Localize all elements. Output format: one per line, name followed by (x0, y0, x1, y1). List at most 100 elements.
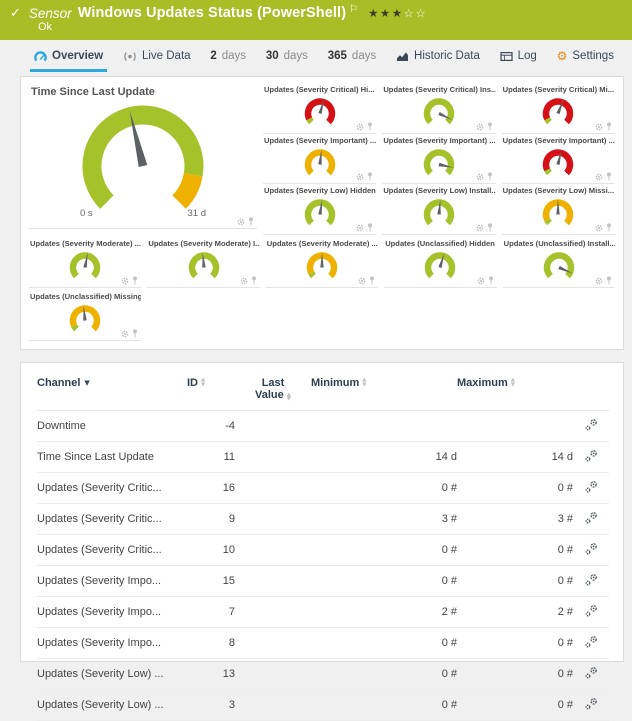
tile-action-icons[interactable] (121, 329, 138, 338)
gauge-tile-time-since-last-update[interactable]: Time Since Last Update 0 s 31 d (29, 83, 257, 229)
gauge-tile[interactable]: Updates (Severity Important) ... (263, 134, 376, 185)
tile-action-icons[interactable] (595, 223, 612, 232)
star-filled-icon[interactable]: ★ (380, 6, 392, 20)
tile-action-icons[interactable] (121, 276, 138, 285)
star-empty-icon[interactable]: ☆ (415, 6, 427, 20)
channel-name: Updates (Severity Impo... (37, 596, 187, 627)
tab-live-data[interactable]: Live Data (119, 43, 195, 72)
gear-icon (595, 277, 603, 285)
tile-action-icons[interactable] (595, 122, 612, 131)
gauge-tile[interactable]: Updates (Severity Critical) Hi... (263, 83, 376, 134)
edit-channel-gears-icon[interactable] (585, 635, 598, 648)
sort-desc-icon: ▼ (84, 379, 89, 387)
gauge-title: Updates (Severity Low) Missi... (503, 186, 615, 195)
tile-action-icons[interactable] (240, 276, 257, 285)
gauge-tile[interactable]: Updates (Severity Important) ... (502, 134, 615, 185)
channel-name: Updates (Severity Impo... (37, 627, 187, 658)
pin-icon (132, 276, 138, 285)
gauge-tile[interactable]: Updates (Unclassified) Missing (29, 290, 141, 341)
gauge-tile[interactable]: Updates (Severity Low) Hidden (263, 184, 376, 235)
edit-channel-gears-icon[interactable] (585, 511, 598, 524)
gauge-tile[interactable]: Updates (Severity Moderate) ... (266, 237, 378, 288)
tab-365-days[interactable]: 365 days (324, 43, 380, 72)
channel-row[interactable]: Updates (Severity Impo...72 #2 # (37, 596, 609, 627)
tile-action-icons[interactable] (476, 172, 493, 181)
tile-action-icons[interactable] (358, 276, 375, 285)
channel-row[interactable]: Updates (Severity Impo...80 #0 # (37, 627, 609, 658)
gauge-title: Updates (Unclassified) Missing (30, 292, 141, 301)
edit-channel-gears-icon[interactable] (585, 418, 598, 431)
channel-id: 16 (187, 472, 235, 503)
pin-icon (487, 172, 493, 181)
pin-icon (367, 122, 373, 131)
priority-flag-icon[interactable]: ⚐ (349, 4, 358, 15)
priority-stars[interactable]: ★★★☆☆ (368, 6, 427, 20)
gauge-tile[interactable]: Updates (Severity Moderate) ... (29, 237, 141, 288)
edit-channel-gears-icon[interactable] (585, 480, 598, 493)
channel-row[interactable]: Updates (Severity Impo...150 #0 # (37, 565, 609, 596)
tab-2-days[interactable]: 2 days (206, 43, 250, 72)
channel-row[interactable]: Updates (Severity Low) ...30 #0 # (37, 689, 609, 720)
channel-row[interactable]: Updates (Severity Low) ...130 #0 # (37, 658, 609, 689)
tab-settings[interactable]: ⚙Settings (553, 43, 618, 72)
gear-icon (356, 224, 364, 232)
channel-row[interactable]: Updates (Severity Critic...93 #3 # (37, 503, 609, 534)
channel-row[interactable]: Time Since Last Update1114 d14 d (37, 441, 609, 472)
channel-name: Updates (Severity Critic... (37, 472, 187, 503)
edit-channel-gears-icon[interactable] (585, 666, 598, 679)
column-header-channel[interactable]: Channel▼ (37, 365, 187, 411)
tile-action-icons[interactable] (595, 276, 612, 285)
edit-channel-gears-icon[interactable] (585, 604, 598, 617)
column-header-maximum[interactable]: Maximum▲▼ (457, 365, 573, 411)
tile-action-icons[interactable] (356, 223, 373, 232)
tile-action-icons[interactable] (237, 217, 254, 226)
tab-historic-data[interactable]: Historic Data (392, 43, 484, 72)
tab-30-days[interactable]: 30 days (262, 43, 312, 72)
channel-maximum: 3 # (457, 503, 573, 534)
column-header-id[interactable]: ID▲▼ (187, 365, 235, 411)
pin-icon (132, 329, 138, 338)
tile-action-icons[interactable] (356, 122, 373, 131)
channel-last-value (235, 503, 311, 534)
edit-channel-gears-icon[interactable] (585, 449, 598, 462)
tab-overview[interactable]: Overview (30, 43, 107, 72)
star-filled-icon[interactable]: ★ (368, 6, 380, 20)
edit-channel-gears-icon[interactable] (585, 697, 598, 710)
column-header-minimum[interactable]: Minimum▲▼ (311, 365, 457, 411)
channel-minimum: 0 # (311, 472, 457, 503)
channel-row[interactable]: Downtime-4 (37, 410, 609, 441)
gauge-tile[interactable]: Updates (Severity Low) Install... (382, 184, 495, 235)
tab-log[interactable]: Log (496, 43, 541, 72)
channel-id: 13 (187, 658, 235, 689)
channel-row[interactable]: Updates (Severity Critic...160 #0 # (37, 472, 609, 503)
channel-maximum: 0 # (457, 565, 573, 596)
channel-row[interactable]: Updates (Severity Critic...100 #0 # (37, 534, 609, 565)
tile-action-icons[interactable] (477, 276, 494, 285)
pin-icon (606, 122, 612, 131)
edit-channel-gears-icon[interactable] (585, 542, 598, 555)
overview-gauges-panel: Time Since Last Update 0 s 31 d Updates … (20, 76, 624, 350)
gear-icon (358, 277, 366, 285)
gauge-title: Updates (Severity Critical) Hi... (264, 85, 376, 94)
gear-icon (121, 277, 129, 285)
gauge-tile[interactable]: Updates (Severity Moderate) I... (147, 237, 259, 288)
tile-action-icons[interactable] (476, 223, 493, 232)
star-empty-icon[interactable]: ☆ (404, 6, 416, 20)
gauge-tile[interactable]: Updates (Severity Critical) Mi... (502, 83, 615, 134)
star-filled-icon[interactable]: ★ (392, 6, 404, 20)
gear-icon (356, 123, 364, 131)
gauge-tile[interactable]: Updates (Unclassified) Hidden (384, 237, 496, 288)
gauge-tile[interactable]: Updates (Unclassified) Install... (503, 237, 615, 288)
tile-action-icons[interactable] (595, 172, 612, 181)
channel-maximum: 0 # (457, 658, 573, 689)
channel-name: Updates (Severity Critic... (37, 534, 187, 565)
tile-action-icons[interactable] (356, 172, 373, 181)
gauge-tile[interactable]: Updates (Severity Important) ... (382, 134, 495, 185)
gauge-tile[interactable]: Updates (Severity Critical) Ins... (382, 83, 495, 134)
edit-channel-gears-icon[interactable] (585, 573, 598, 586)
column-header-last-value[interactable]: LastValue▲▼ (235, 365, 311, 411)
channel-table: Channel▼ID▲▼LastValue▲▼Minimum▲▼Maximum▲… (37, 365, 609, 721)
tile-action-icons[interactable] (476, 122, 493, 131)
pin-icon (369, 276, 375, 285)
gauge-tile[interactable]: Updates (Severity Low) Missi... (502, 184, 615, 235)
